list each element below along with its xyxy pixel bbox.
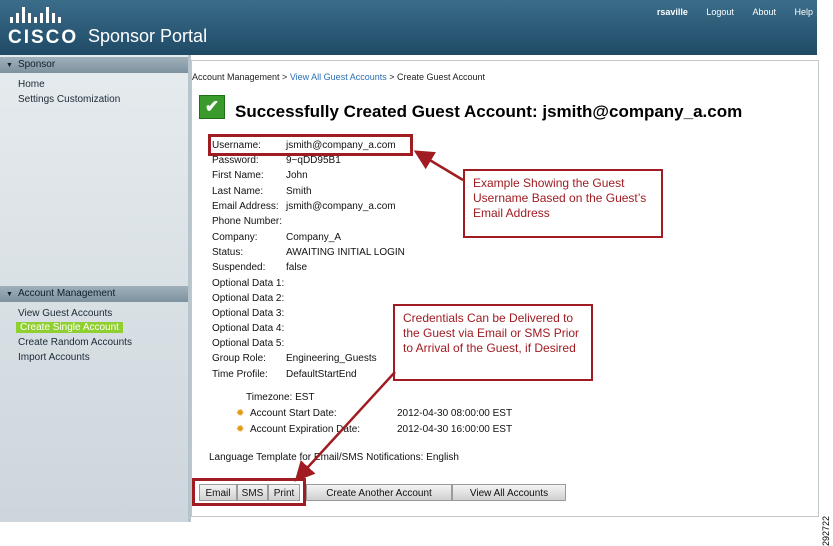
- arrow-to-delivery-buttons: [294, 371, 396, 482]
- figure-id: 292722: [821, 516, 831, 546]
- callout-arrows: [294, 150, 464, 482]
- arrow-to-username: [413, 150, 464, 182]
